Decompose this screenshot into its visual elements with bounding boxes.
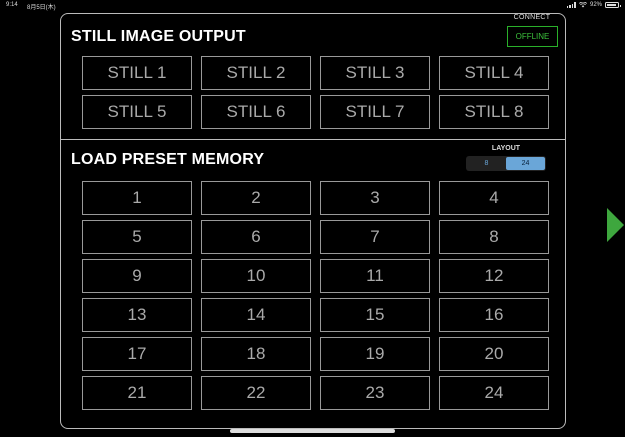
preset-button-8[interactable]: 8 [439, 220, 549, 254]
status-bar: 9:14 8月5日(木) 92% [0, 0, 625, 12]
preset-button-11[interactable]: 11 [320, 259, 430, 293]
still-output-title: STILL IMAGE OUTPUT [71, 28, 246, 45]
status-date: 8月5日(木) [27, 5, 56, 11]
preset-button-13[interactable]: 13 [82, 298, 192, 332]
still-button-8[interactable]: STILL 8 [439, 95, 549, 129]
preset-memory-title: LOAD PRESET MEMORY [71, 151, 265, 168]
layout-option-8[interactable]: 8 [467, 157, 506, 170]
next-page-arrow-icon[interactable] [607, 208, 624, 242]
still-button-4[interactable]: STILL 4 [439, 56, 549, 90]
preset-button-19[interactable]: 19 [320, 337, 430, 371]
preset-button-2[interactable]: 2 [201, 181, 311, 215]
still-button-2[interactable]: STILL 2 [201, 56, 311, 90]
preset-button-9[interactable]: 9 [82, 259, 192, 293]
still-button-6[interactable]: STILL 6 [201, 95, 311, 129]
section-divider [60, 139, 566, 140]
preset-button-10[interactable]: 10 [201, 259, 311, 293]
status-right: 92% [566, 2, 621, 8]
wifi-icon [578, 2, 587, 8]
preset-button-22[interactable]: 22 [201, 376, 311, 410]
preset-button-3[interactable]: 3 [320, 181, 430, 215]
preset-button-23[interactable]: 23 [320, 376, 430, 410]
still-button-3[interactable]: STILL 3 [320, 56, 430, 90]
preset-button-4[interactable]: 4 [439, 181, 549, 215]
preset-button-12[interactable]: 12 [439, 259, 549, 293]
layout-toggle: 8 24 [466, 156, 546, 171]
connect-label: CONNECT [513, 14, 551, 21]
preset-button-16[interactable]: 16 [439, 298, 549, 332]
preset-button-15[interactable]: 15 [320, 298, 430, 332]
preset-button-1[interactable]: 1 [82, 181, 192, 215]
preset-button-18[interactable]: 18 [201, 337, 311, 371]
home-indicator[interactable] [230, 429, 395, 433]
still-button-7[interactable]: STILL 7 [320, 95, 430, 129]
preset-button-21[interactable]: 21 [82, 376, 192, 410]
signal-icon [566, 2, 576, 8]
battery-icon [605, 2, 621, 8]
preset-button-24[interactable]: 24 [439, 376, 549, 410]
preset-button-6[interactable]: 6 [201, 220, 311, 254]
battery-percent: 92% [589, 2, 602, 8]
preset-button-14[interactable]: 14 [201, 298, 311, 332]
layout-option-24[interactable]: 24 [506, 157, 545, 170]
status-time: 9:14 [6, 2, 18, 8]
preset-button-20[interactable]: 20 [439, 337, 549, 371]
preset-button-17[interactable]: 17 [82, 337, 192, 371]
connection-status-button[interactable]: OFFLINE [507, 26, 558, 47]
preset-button-7[interactable]: 7 [320, 220, 430, 254]
layout-label: LAYOUT [491, 145, 521, 152]
still-button-5[interactable]: STILL 5 [82, 95, 192, 129]
still-button-1[interactable]: STILL 1 [82, 56, 192, 90]
preset-button-5[interactable]: 5 [82, 220, 192, 254]
